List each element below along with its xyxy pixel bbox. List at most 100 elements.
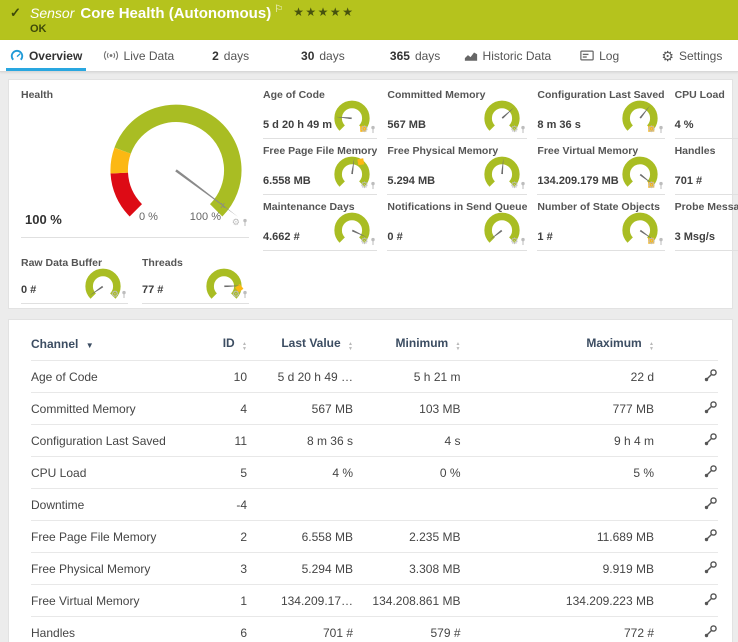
- gauge-pin-icon[interactable]: [520, 237, 526, 246]
- gauge-gear-icon[interactable]: ⚙: [510, 237, 518, 246]
- channel-table-panel: Channel ▼ ID ▲▼ Last Value ▲▼ Minimum ▲▼…: [8, 319, 733, 642]
- channel-settings-icon[interactable]: [703, 368, 718, 386]
- gauge-pin-icon[interactable]: [658, 181, 664, 190]
- table-row[interactable]: Age of Code 10 5 d 20 h 49 … 5 h 21 m 22…: [31, 361, 718, 393]
- gauge-pin-icon[interactable]: [121, 290, 127, 299]
- channel-minimum: 2.235 MB: [353, 521, 517, 553]
- gauge-gear-icon[interactable]: ⚙: [232, 218, 240, 227]
- table-row[interactable]: Free Page File Memory 2 6.558 MB 2.235 M…: [31, 521, 718, 553]
- gauge-pin-icon[interactable]: [520, 181, 526, 190]
- gauge-gear-icon[interactable]: ⚙: [648, 237, 656, 246]
- overview-gauge-icon: [10, 49, 24, 63]
- column-header-maximum[interactable]: Maximum ▲▼: [517, 328, 681, 361]
- priority-stars[interactable]: ★★★★★: [293, 5, 354, 19]
- channel-minimum: 134.208.861 MB: [353, 585, 517, 617]
- gauge-gear-icon[interactable]: ⚙: [648, 181, 656, 190]
- channel-settings-icon[interactable]: [703, 624, 718, 642]
- overview-panel: Health x 0 % 100 % 100 % ⚙: [8, 79, 733, 309]
- tab-label: Log: [599, 49, 619, 63]
- tab-365-days[interactable]: 365 days: [369, 40, 461, 71]
- channel-name[interactable]: Free Virtual Memory: [31, 585, 199, 617]
- table-row[interactable]: CPU Load 5 4 % 0 % 5 %: [31, 457, 718, 489]
- gauge-pin-icon[interactable]: [242, 218, 248, 227]
- channel-minimum: 579 #: [353, 617, 517, 642]
- gauge-pin-icon[interactable]: [370, 237, 376, 246]
- gauge-gear-icon[interactable]: ⚙: [360, 181, 368, 190]
- channel-settings-icon[interactable]: [703, 432, 718, 450]
- tab-log[interactable]: Log: [554, 40, 646, 71]
- table-row[interactable]: Committed Memory 4 567 MB 103 MB 777 MB: [31, 393, 718, 425]
- channel-last-value: 8 m 36 s: [247, 425, 353, 457]
- tab-settings[interactable]: ⚙ Settings: [646, 40, 738, 71]
- channel-settings-icon[interactable]: [703, 560, 718, 578]
- channel-gauge-tile: Free Virtual Memory 134.209.179 MB ⚙: [537, 140, 664, 195]
- tab-label: days: [319, 49, 344, 63]
- gauge-gear-icon[interactable]: ⚙: [510, 181, 518, 190]
- channel-name[interactable]: Free Physical Memory: [31, 553, 199, 585]
- channel-settings-icon[interactable]: [703, 496, 718, 514]
- table-row[interactable]: Downtime -4: [31, 489, 718, 521]
- column-header-id[interactable]: ID ▲▼: [199, 328, 247, 361]
- sort-icon: ▲▼: [348, 342, 353, 351]
- gauge-gear-icon[interactable]: ⚙: [232, 290, 240, 299]
- health-axis-min-label: 0 %: [139, 211, 158, 223]
- tab-historic-data[interactable]: Historic Data: [461, 40, 553, 71]
- gauge-pin-icon[interactable]: [370, 125, 376, 134]
- gauge-gear-icon[interactable]: ⚙: [111, 290, 119, 299]
- channel-gauge-tile: Age of Code 5 d 20 h 49 m ⚙: [263, 84, 377, 139]
- gauge-title: CPU Load: [675, 84, 738, 101]
- channel-name[interactable]: Handles: [31, 617, 199, 642]
- channel-minimum: [353, 489, 517, 521]
- channel-name[interactable]: CPU Load: [31, 457, 199, 489]
- tab-overview[interactable]: Overview: [0, 40, 92, 71]
- gauge-gear-icon[interactable]: ⚙: [648, 125, 656, 134]
- channel-gauge-tile: Committed Memory 567 MB ⚙: [387, 84, 527, 139]
- channel-settings-icon[interactable]: [703, 400, 718, 418]
- channel-settings-icon[interactable]: [703, 592, 718, 610]
- sort-desc-icon: ▼: [86, 341, 94, 350]
- channel-name[interactable]: Downtime: [31, 489, 199, 521]
- channel-name[interactable]: Free Page File Memory: [31, 521, 199, 553]
- gauge-pin-icon[interactable]: [658, 125, 664, 134]
- status-ok-check-icon: ✓: [10, 5, 21, 21]
- tab-label: days: [224, 49, 249, 63]
- channel-minimum: 3.308 MB: [353, 553, 517, 585]
- column-header-minimum[interactable]: Minimum ▲▼: [353, 328, 517, 361]
- table-row[interactable]: Free Physical Memory 3 5.294 MB 3.308 MB…: [31, 553, 718, 585]
- channel-id: 6: [199, 617, 247, 642]
- table-row[interactable]: Handles 6 701 # 579 # 772 #: [31, 617, 718, 642]
- channel-gauge-tile: Number of State Objects 1 # ⚙: [537, 196, 664, 251]
- channel-name[interactable]: Configuration Last Saved: [31, 425, 199, 457]
- channel-id: 4: [199, 393, 247, 425]
- tab-30-days[interactable]: 30 days: [277, 40, 369, 71]
- tab-2-days[interactable]: 2 days: [185, 40, 277, 71]
- sort-icon: ▲▼: [242, 342, 247, 351]
- health-axis-max-label: 100 %: [190, 211, 221, 223]
- column-label: Minimum: [396, 336, 449, 350]
- gauge-gear-icon[interactable]: ⚙: [360, 237, 368, 246]
- gauge-gear-icon[interactable]: ⚙: [360, 125, 368, 134]
- channel-settings-icon[interactable]: [703, 464, 718, 482]
- channel-name[interactable]: Committed Memory: [31, 393, 199, 425]
- channel-last-value: 567 MB: [247, 393, 353, 425]
- tab-label-number: 30: [301, 49, 314, 63]
- table-row[interactable]: Configuration Last Saved 11 8 m 36 s 4 s…: [31, 425, 718, 457]
- gauge-pin-icon[interactable]: [520, 125, 526, 134]
- channel-table: Channel ▼ ID ▲▼ Last Value ▲▼ Minimum ▲▼…: [31, 328, 718, 642]
- gauge-gear-icon[interactable]: ⚙: [510, 125, 518, 134]
- gauge-pin-icon[interactable]: [242, 290, 248, 299]
- gauge-pin-icon[interactable]: [370, 181, 376, 190]
- priority-flag-icon[interactable]: ⚐: [274, 4, 283, 15]
- channel-id: 1: [199, 585, 247, 617]
- health-gauge-value: 100 %: [25, 212, 62, 227]
- column-header-last-value[interactable]: Last Value ▲▼: [247, 328, 353, 361]
- channel-maximum: 9.919 MB: [517, 553, 681, 585]
- channel-name[interactable]: Age of Code: [31, 361, 199, 393]
- channel-settings-icon[interactable]: [703, 528, 718, 546]
- table-row[interactable]: Free Virtual Memory 1 134.209.17… 134.20…: [31, 585, 718, 617]
- tab-live-data[interactable]: Live Data: [92, 40, 184, 71]
- gauge-pin-icon[interactable]: [658, 237, 664, 246]
- gauge-title: Handles: [675, 140, 738, 157]
- column-header-channel[interactable]: Channel ▼: [31, 328, 199, 361]
- table-header-row: Channel ▼ ID ▲▼ Last Value ▲▼ Minimum ▲▼…: [31, 328, 718, 361]
